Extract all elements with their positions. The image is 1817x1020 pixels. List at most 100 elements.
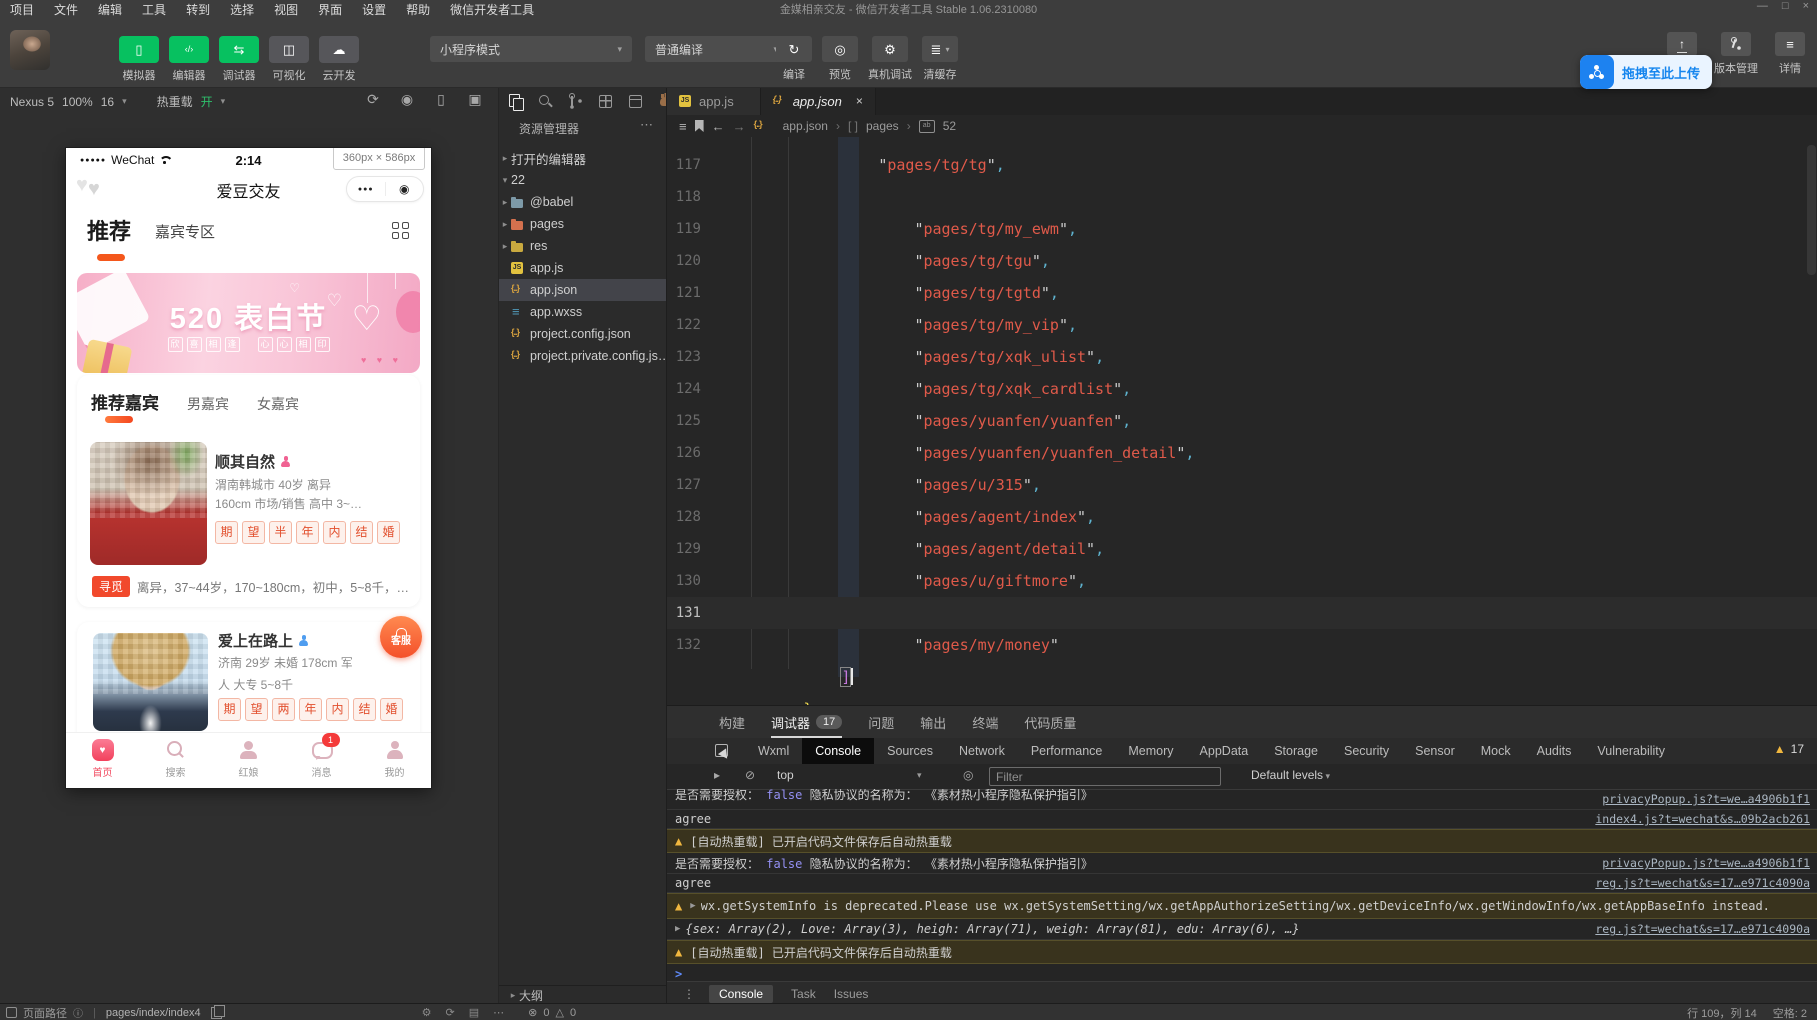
device-selector[interactable]: Nexus 5 100% 16 ▾ 热重载 开 ▾ bbox=[10, 93, 225, 110]
mode-select[interactable]: 小程序模式 ▾ bbox=[430, 36, 632, 62]
close-target-icon[interactable]: ◉ bbox=[386, 182, 424, 196]
bookmark-icon[interactable] bbox=[694, 120, 704, 132]
simulator-control-icon[interactable]: ▣ bbox=[466, 91, 484, 108]
source-link[interactable]: reg.js?t=wechat&s=17…e971c4090a bbox=[1595, 876, 1810, 890]
close-tab-icon[interactable]: × bbox=[856, 94, 863, 108]
panel-tab[interactable]: 代码质量 bbox=[1024, 706, 1076, 738]
file-tree-row[interactable]: app.wxss bbox=[499, 301, 667, 323]
close-icon[interactable]: × bbox=[1803, 0, 1809, 12]
breadcrumb-index[interactable]: 52 bbox=[943, 119, 956, 133]
project-action-button[interactable]: 版本管理 bbox=[1713, 18, 1759, 76]
editor-tab[interactable]: app.json × bbox=[760, 87, 876, 115]
grid-menu-icon[interactable] bbox=[392, 222, 409, 239]
more-menu-icon[interactable]: ●●● bbox=[347, 186, 385, 193]
menu-item[interactable]: 选择 bbox=[220, 3, 264, 17]
forward-arrow-icon[interactable]: → bbox=[733, 119, 746, 134]
panel-tab[interactable]: 构建 bbox=[719, 706, 745, 738]
file-tree-row[interactable]: ▸ res bbox=[499, 235, 667, 257]
checkbox-icon[interactable] bbox=[6, 1007, 17, 1018]
tab-recommend[interactable]: 推荐 bbox=[87, 214, 131, 246]
devtools-tab[interactable]: Security bbox=[1331, 738, 1402, 764]
project-action-button[interactable]: ≡ 详情 bbox=[1767, 18, 1813, 76]
panel-tab[interactable]: 问题 bbox=[868, 706, 894, 738]
devtools-tab[interactable]: Sensor bbox=[1402, 738, 1468, 764]
panel-toggle-button[interactable]: ▯ 模拟器 bbox=[118, 18, 160, 83]
console-prompt[interactable]: > bbox=[667, 964, 1817, 981]
devtools-tab[interactable]: Performance bbox=[1018, 738, 1116, 764]
back-arrow-icon[interactable]: ← bbox=[712, 119, 725, 134]
log-levels-select[interactable]: Default levels bbox=[1251, 768, 1330, 782]
devtools-tab[interactable]: Network bbox=[946, 738, 1018, 764]
action-button[interactable]: ◎ 预览 bbox=[822, 18, 858, 82]
panel-tab[interactable]: 输出 bbox=[920, 706, 946, 738]
menu-item[interactable]: 工具 bbox=[132, 3, 176, 17]
compile-mode-select[interactable]: 普通编译▾ bbox=[645, 36, 788, 62]
customer-service-button[interactable]: 客服 bbox=[380, 616, 422, 658]
bottom-tab[interactable]: Issues bbox=[834, 987, 869, 1001]
outline-section[interactable]: ▸ 大纲 bbox=[499, 985, 675, 1004]
guest-tab[interactable]: 推荐嘉宾 bbox=[91, 389, 159, 423]
copy-icon[interactable] bbox=[210, 1004, 225, 1019]
source-link[interactable]: privacyPopup.js?t=we…a4906b1f1 bbox=[1602, 792, 1810, 806]
devtools-tab[interactable]: Memory bbox=[1115, 738, 1186, 764]
simulator-control-icon[interactable]: ⟳ bbox=[364, 91, 382, 108]
tabbar-item[interactable]: 红娘 bbox=[212, 733, 285, 788]
statusbar-icon[interactable]: ⟳ bbox=[446, 1006, 455, 1019]
devtools-tab[interactable]: AppData bbox=[1187, 738, 1262, 764]
avatar[interactable] bbox=[10, 30, 50, 70]
source-link[interactable]: reg.js?t=wechat&s=17…e971c4090a bbox=[1595, 922, 1810, 936]
bottom-tab[interactable]: Task bbox=[791, 987, 816, 1001]
menu-item[interactable]: 项目 bbox=[0, 3, 44, 17]
file-tree-row[interactable]: project.private.config.js… bbox=[499, 345, 667, 367]
minimize-icon[interactable]: — bbox=[1757, 0, 1768, 12]
file-tree-row[interactable]: app.json bbox=[499, 279, 667, 301]
statusbar-icon[interactable]: ⋯ bbox=[493, 1006, 504, 1019]
editor-scrollbar[interactable] bbox=[1807, 145, 1816, 275]
menu-item[interactable]: 设置 bbox=[352, 3, 396, 17]
simulator-control-icon[interactable]: ◉ bbox=[398, 91, 416, 108]
devtools-tab[interactable]: Audits bbox=[1524, 738, 1585, 764]
devtools-tab[interactable]: Sources bbox=[874, 738, 946, 764]
console-warning-counter[interactable]: ▲ 17 bbox=[1774, 742, 1804, 756]
problem-counters[interactable]: ⊗ 0 △ 0 bbox=[528, 1006, 576, 1020]
context-select[interactable]: top bbox=[777, 768, 794, 782]
editor-tab[interactable]: app.js bbox=[667, 87, 761, 115]
console-filter-input[interactable] bbox=[989, 767, 1221, 786]
tabbar-item[interactable]: 1 消息 bbox=[285, 733, 358, 788]
more-actions-icon[interactable]: ⋯ bbox=[640, 117, 653, 133]
sidebar-toggle-icon[interactable]: ▸ bbox=[714, 768, 720, 782]
cursor-position[interactable]: 行 109，列 14 bbox=[1687, 1005, 1757, 1020]
sidebar-strip-icon[interactable] bbox=[567, 92, 584, 110]
expand-arrow-icon[interactable]: ▶ bbox=[675, 924, 680, 934]
file-tree-row[interactable]: project.config.json bbox=[499, 323, 667, 345]
devtools-tab[interactable]: Storage bbox=[1261, 738, 1331, 764]
file-tree-row[interactable]: ▸ 打开的编辑器 bbox=[499, 147, 667, 169]
breadcrumb-node[interactable]: pages bbox=[866, 119, 899, 133]
action-button[interactable]: ≣ 清缓存 bbox=[922, 18, 958, 82]
maximize-icon[interactable]: □ bbox=[1782, 0, 1789, 12]
tabbar-item[interactable]: 搜索 bbox=[139, 733, 212, 788]
sidebar-strip-icon[interactable] bbox=[507, 93, 524, 111]
tabbar-item[interactable]: 首页 bbox=[66, 733, 139, 788]
indentation-setting[interactable]: 空格: 2 bbox=[1773, 1005, 1807, 1020]
profile-name[interactable]: 爱上在路上 bbox=[218, 630, 309, 651]
file-tree-row[interactable]: app.js bbox=[499, 257, 667, 279]
list-icon[interactable]: ≡ bbox=[679, 119, 687, 134]
panel-toggle-button[interactable]: ◫ 可视化 bbox=[268, 18, 310, 83]
action-button[interactable]: ↻ 编译 bbox=[776, 18, 812, 82]
panel-toggle-button[interactable]: ‹/› 编辑器 bbox=[168, 18, 210, 83]
bottom-tab[interactable]: Console bbox=[709, 984, 774, 1003]
panel-toggle-button[interactable]: ☁ 云开发 bbox=[318, 18, 360, 83]
devtools-tab[interactable]: Vulnerability bbox=[1584, 738, 1678, 764]
menu-item[interactable]: 帮助 bbox=[396, 3, 440, 17]
devtools-tab[interactable]: Mock bbox=[1468, 738, 1524, 764]
tab-guest-zone[interactable]: 嘉宾专区 bbox=[155, 221, 215, 242]
page-path-control[interactable]: 页面路径 ⓘ | pages/index/index4 bbox=[6, 1004, 225, 1020]
sidebar-strip-icon[interactable] bbox=[627, 93, 644, 110]
sidebar-strip-icon[interactable] bbox=[597, 93, 614, 110]
devtools-tab[interactable]: Wxml bbox=[745, 738, 802, 764]
file-tree-row[interactable]: ▾ 22 bbox=[499, 169, 667, 191]
menu-item[interactable]: 微信开发者工具 bbox=[440, 3, 544, 17]
menu-item[interactable]: 视图 bbox=[264, 3, 308, 17]
code-editor[interactable]: "pages/tg/tg", 117 "pages/tg/my_ewm", 11… bbox=[667, 137, 1817, 705]
